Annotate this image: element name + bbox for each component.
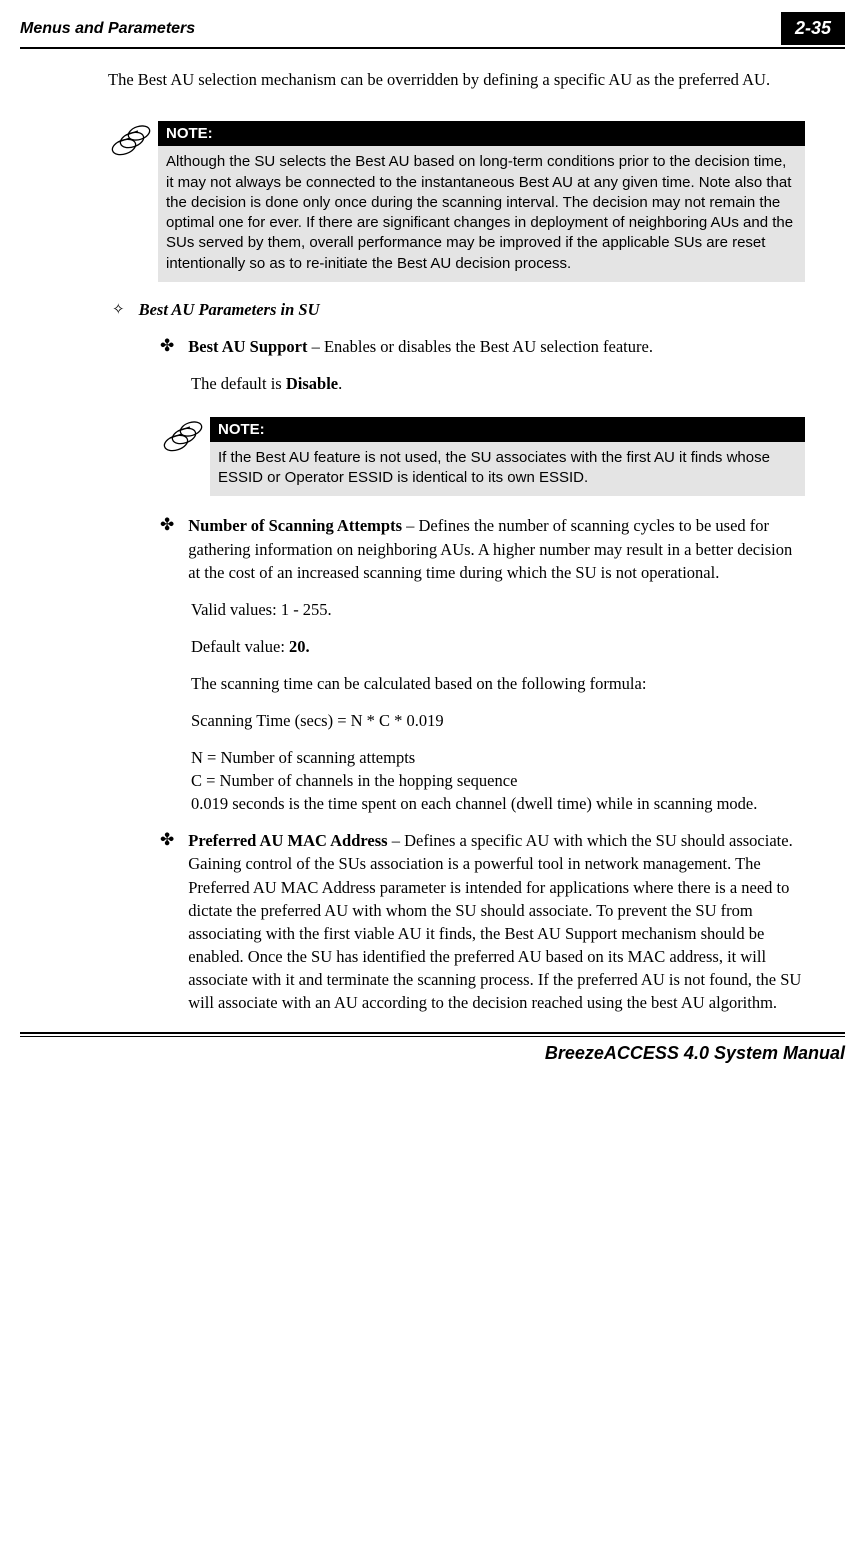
note-label: NOTE: <box>210 417 805 442</box>
calc-intro: The scanning time can be calculated base… <box>191 672 805 695</box>
section-heading: ✧ Best AU Parameters in SU <box>112 300 805 321</box>
diamond-bullet-icon: ✧ <box>112 300 125 321</box>
default-value: Default value: 20. <box>191 635 805 658</box>
note-block-1: NOTE: Although the SU selects the Best A… <box>108 121 805 282</box>
header-section-title: Menus and Parameters <box>20 20 195 38</box>
param-best-au-support: ✤ Best AU Support – Enables or disables … <box>160 335 805 395</box>
formula-legend: N = Number of scanning attempts C = Numb… <box>191 746 805 815</box>
note-block-2: NOTE: If the Best AU feature is not used… <box>160 417 805 497</box>
note-body: If the Best AU feature is not used, the … <box>210 442 805 497</box>
footer-rule-thick <box>20 1032 845 1034</box>
maltese-cross-icon: ✤ <box>160 335 174 357</box>
formula: Scanning Time (secs) = N * C * 0.019 <box>191 709 805 732</box>
param-default: The default is Disable. <box>191 372 805 395</box>
note-body: Although the SU selects the Best AU base… <box>158 146 805 282</box>
note-icon <box>160 417 210 458</box>
legend-dwell: 0.019 seconds is the time spent on each … <box>191 792 805 815</box>
param-num-scanning-attempts: ✤ Number of Scanning Attempts – Defines … <box>160 514 805 815</box>
page-header: Menus and Parameters 2-35 <box>0 0 865 45</box>
valid-values: Valid values: 1 - 255. <box>191 598 805 621</box>
main-content: The Best AU selection mechanism can be o… <box>0 49 865 1024</box>
maltese-cross-icon: ✤ <box>160 829 174 851</box>
param-preferred-au-mac: ✤ Preferred AU MAC Address – Defines a s… <box>160 829 805 1014</box>
note-icon <box>108 121 158 162</box>
legend-c: C = Number of channels in the hopping se… <box>191 769 805 792</box>
section-title: Best AU Parameters in SU <box>139 300 320 320</box>
maltese-cross-icon: ✤ <box>160 514 174 536</box>
param-text: Number of Scanning Attempts – Defines th… <box>188 514 805 583</box>
legend-n: N = Number of scanning attempts <box>191 746 805 769</box>
footer-manual-title: BreezeACCESS 4.0 System Manual <box>0 1037 865 1080</box>
intro-paragraph: The Best AU selection mechanism can be o… <box>108 69 805 91</box>
param-text: Best AU Support – Enables or disables th… <box>188 335 653 358</box>
page-number-badge: 2-35 <box>781 12 845 45</box>
note-label: NOTE: <box>158 121 805 146</box>
param-text: Preferred AU MAC Address – Defines a spe… <box>188 829 805 1014</box>
